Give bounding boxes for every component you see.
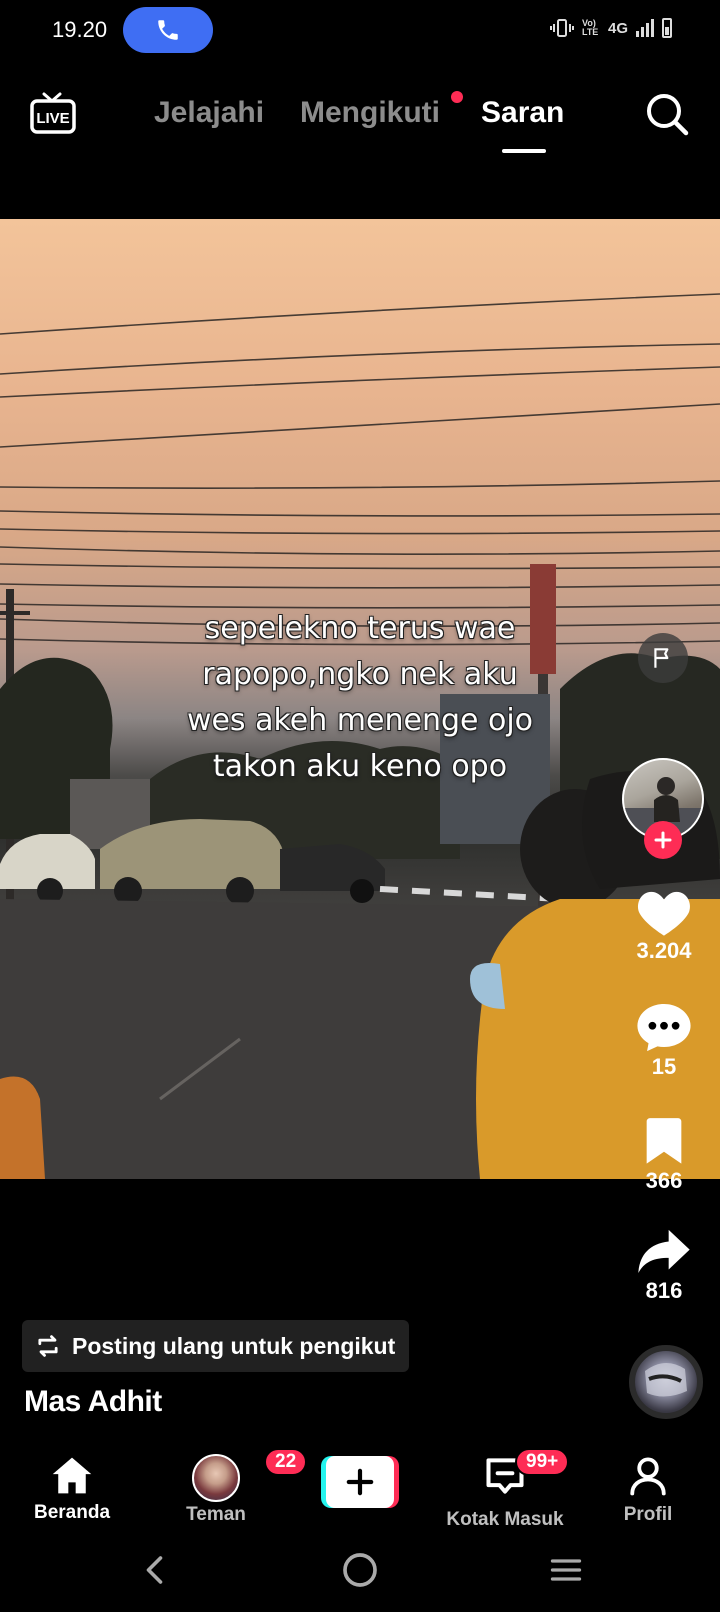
friends-avatar bbox=[192, 1454, 240, 1502]
caption-line: wes akeh menenge ojo bbox=[186, 703, 534, 738]
comment-button[interactable]: 15 bbox=[620, 1000, 708, 1080]
share-icon bbox=[638, 1229, 690, 1273]
tab-beranda-label: Beranda bbox=[33, 1502, 111, 1523]
home-circle-icon[interactable] bbox=[340, 1550, 380, 1590]
like-count: 3.204 bbox=[636, 938, 692, 963]
live-label: LIVE bbox=[36, 110, 69, 127]
status-icons: Vo) LTE 4G bbox=[549, 18, 672, 38]
tab-kotak-masuk-label: Kotak Masuk bbox=[446, 1509, 564, 1530]
create-button[interactable] bbox=[290, 1454, 430, 1508]
create-button-shape bbox=[321, 1456, 399, 1508]
comment-count: 15 bbox=[651, 1054, 677, 1079]
heart-icon bbox=[637, 891, 691, 936]
bookmark-count: 366 bbox=[645, 1168, 683, 1193]
lte-indicator: Vo) LTE bbox=[581, 18, 599, 37]
video-player[interactable]: sepelekno terus wae rapopo,ngko nek aku … bbox=[0, 219, 720, 1179]
status-time: 19.20 bbox=[52, 17, 108, 42]
inbox-badge: 99+ bbox=[515, 1448, 570, 1476]
repost-icon bbox=[38, 1335, 58, 1357]
plus-icon bbox=[346, 1468, 374, 1496]
tab-profil-label: Profil bbox=[623, 1504, 673, 1525]
plus-icon bbox=[654, 831, 672, 849]
call-icon bbox=[158, 20, 178, 40]
search-icon[interactable] bbox=[645, 92, 689, 136]
status-bar: 19.20 Vo) LTE 4G bbox=[0, 0, 720, 60]
bottom-tab-bar: Beranda 22 Teman 99+ Kotak Masuk Profil bbox=[0, 1440, 720, 1530]
creator-username[interactable]: Mas Adhit bbox=[24, 1385, 162, 1419]
report-button[interactable] bbox=[638, 633, 688, 683]
top-nav: LIVE Jelajahi Mengikuti Saran bbox=[0, 80, 720, 160]
share-button[interactable]: 816 bbox=[620, 1226, 708, 1304]
comment-icon bbox=[637, 1004, 691, 1052]
flag-icon bbox=[654, 648, 669, 668]
tab-profil[interactable]: Profil bbox=[578, 1454, 718, 1526]
back-icon[interactable] bbox=[138, 1552, 174, 1588]
tab-beranda[interactable]: Beranda bbox=[2, 1454, 142, 1524]
share-count: 816 bbox=[645, 1278, 683, 1303]
bookmark-icon bbox=[646, 1118, 682, 1164]
follow-button[interactable] bbox=[644, 821, 682, 859]
tab-saran[interactable]: Saran bbox=[481, 96, 564, 130]
caption-line: sepelekno terus wae bbox=[204, 611, 516, 646]
tab-jelajahi[interactable]: Jelajahi bbox=[154, 96, 264, 130]
tab-mengikuti[interactable]: Mengikuti bbox=[300, 96, 440, 130]
ongoing-call-pill[interactable] bbox=[123, 7, 213, 53]
signal-icon bbox=[636, 19, 654, 37]
notification-dot bbox=[451, 91, 463, 103]
android-nav-bar bbox=[0, 1530, 720, 1612]
like-button[interactable]: 3.204 bbox=[620, 886, 708, 964]
repost-label: Posting ulang untuk pengikut bbox=[72, 1332, 396, 1359]
active-tab-indicator bbox=[502, 149, 546, 153]
video-caption: sepelekno terus wae rapopo,ngko nek aku … bbox=[150, 606, 570, 790]
vibrate-icon bbox=[549, 19, 574, 37]
recents-icon[interactable] bbox=[548, 1552, 584, 1588]
music-cover-image bbox=[645, 1362, 687, 1397]
music-disc[interactable] bbox=[629, 1345, 703, 1419]
tab-teman-label: Teman bbox=[186, 1504, 246, 1525]
network-type: 4G bbox=[607, 19, 628, 37]
profile-icon bbox=[630, 1457, 666, 1496]
battery-icon bbox=[662, 18, 672, 38]
tab-teman[interactable]: 22 Teman bbox=[146, 1448, 308, 1526]
live-icon[interactable]: LIVE bbox=[30, 92, 76, 134]
bookmark-button[interactable]: 366 bbox=[620, 1116, 708, 1194]
caption-line: rapopo,ngko nek aku bbox=[202, 657, 518, 692]
repost-banner[interactable]: Posting ulang untuk pengikut bbox=[22, 1320, 410, 1372]
caption-line: takon aku keno opo bbox=[212, 749, 508, 784]
tab-kotak-masuk[interactable]: 99+ Kotak Masuk bbox=[435, 1448, 575, 1531]
home-icon bbox=[52, 1457, 92, 1494]
